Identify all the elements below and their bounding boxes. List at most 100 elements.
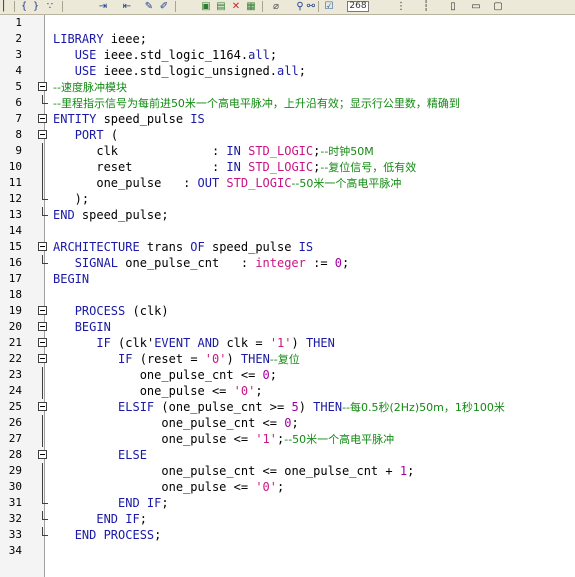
- outdent-icon[interactable]: ⇤: [120, 0, 134, 13]
- code-text[interactable]: clk : IN STD_LOGIC;--时钟50M: [53, 143, 373, 160]
- code-line[interactable]: 10 reset : IN STD_LOGIC;--复位信号，低有效: [0, 159, 575, 175]
- fold-toggle-icon[interactable]: [38, 447, 49, 463]
- minus-box-icon[interactable]: [38, 402, 47, 411]
- fold-toggle-icon[interactable]: [38, 127, 49, 143]
- code-text[interactable]: ELSE: [53, 447, 147, 463]
- fold-toggle-icon[interactable]: [38, 319, 49, 335]
- code-line[interactable]: 27 one_pulse <= '1';--50米一个高电平脉冲: [0, 431, 575, 447]
- code-text[interactable]: one_pulse <= '0';: [53, 383, 263, 399]
- code-text[interactable]: BEGIN: [53, 319, 111, 335]
- code-text[interactable]: SIGNAL one_pulse_cnt : integer := 0;: [53, 255, 350, 271]
- code-line[interactable]: 11 one_pulse : OUT STD_LOGIC--50米一个高电平脉冲: [0, 175, 575, 191]
- frame-icon[interactable]: ▢: [492, 0, 504, 13]
- page-icon[interactable]: ▯: [447, 0, 459, 13]
- code-text[interactable]: one_pulse_cnt <= 0;: [53, 415, 298, 431]
- code-text[interactable]: END PROCESS;: [53, 527, 162, 543]
- replace-icon[interactable]: ⚯: [305, 0, 317, 13]
- minus-box-icon[interactable]: [38, 242, 47, 251]
- code-line[interactable]: 17 BEGIN: [0, 271, 575, 287]
- code-text[interactable]: one_pulse_cnt <= 0;: [53, 367, 277, 383]
- code-line[interactable]: 18: [0, 287, 575, 303]
- minus-box-icon[interactable]: [38, 306, 47, 315]
- fold-toggle-icon[interactable]: [38, 399, 49, 415]
- code-line[interactable]: 32 END IF;: [0, 511, 575, 527]
- code-line[interactable]: 5 --速度脉冲模块: [0, 79, 575, 95]
- code-line[interactable]: 4 USE ieee.std_logic_unsigned.all;: [0, 63, 575, 79]
- code-text[interactable]: PROCESS (clk): [53, 303, 169, 319]
- code-line[interactable]: 14: [0, 223, 575, 239]
- page-wide-icon[interactable]: ▭: [470, 0, 482, 13]
- code-line[interactable]: 30 one_pulse <= '0';: [0, 479, 575, 495]
- delete-icon[interactable]: ▦: [245, 0, 257, 13]
- code-text[interactable]: one_pulse <= '1';--50米一个高电平脉冲: [53, 431, 394, 448]
- code-text[interactable]: reset : IN STD_LOGIC;--复位信号，低有效: [53, 159, 416, 176]
- code-line[interactable]: 8 PORT (: [0, 127, 575, 143]
- comment-icon[interactable]: ✎: [143, 0, 155, 13]
- code-text[interactable]: );: [53, 191, 89, 207]
- fold-toggle-icon[interactable]: [38, 303, 49, 319]
- code-line[interactable]: 34: [0, 543, 575, 559]
- minus-box-icon[interactable]: [38, 338, 47, 347]
- code-text[interactable]: END IF;: [53, 495, 169, 511]
- code-text[interactable]: --里程指示信号为每前进50米一个高电平脉冲，上升沿有效；显示行公里数，精确到: [53, 95, 460, 112]
- code-line[interactable]: 23 one_pulse_cnt <= 0;: [0, 367, 575, 383]
- code-text[interactable]: ARCHITECTURE trans OF speed_pulse IS: [53, 239, 313, 255]
- fold-toggle-icon[interactable]: [38, 335, 49, 351]
- code-text[interactable]: BEGIN: [53, 271, 89, 287]
- code-line[interactable]: 13 END speed_pulse;: [0, 207, 575, 223]
- zoom-box[interactable]: 268: [345, 0, 371, 13]
- bookmark-icon[interactable]: ⌀: [270, 0, 282, 13]
- code-line[interactable]: 6 --里程指示信号为每前进50米一个高电平脉冲，上升沿有效；显示行公里数，精确到: [0, 95, 575, 111]
- fold-toggle-icon[interactable]: [38, 111, 49, 127]
- code-text[interactable]: ELSIF (one_pulse_cnt >= 5) THEN--每0.5秒(2…: [53, 399, 505, 416]
- code-line[interactable]: 24 one_pulse <= '0';: [0, 383, 575, 399]
- code-text[interactable]: END IF;: [53, 511, 147, 527]
- code-text[interactable]: IF (reset = '0') THEN--复位: [53, 351, 300, 368]
- fold-toggle-icon[interactable]: [38, 79, 49, 95]
- code-text[interactable]: LIBRARY ieee;: [53, 31, 147, 47]
- code-line[interactable]: 19 PROCESS (clk): [0, 303, 575, 319]
- code-line[interactable]: 31 END IF;: [0, 495, 575, 511]
- code-line[interactable]: 25 ELSIF (one_pulse_cnt >= 5) THEN--每0.5…: [0, 399, 575, 415]
- code-line[interactable]: 28 ELSE: [0, 447, 575, 463]
- dots-icon[interactable]: ⋮: [395, 0, 407, 13]
- code-text[interactable]: USE ieee.std_logic_unsigned.all;: [53, 63, 306, 79]
- minus-box-icon[interactable]: [38, 130, 47, 139]
- indent-icon[interactable]: ⇥: [96, 0, 110, 13]
- code-line[interactable]: 2 LIBRARY ieee;: [0, 31, 575, 47]
- code-line[interactable]: 15 ARCHITECTURE trans OF speed_pulse IS: [0, 239, 575, 255]
- code-text[interactable]: USE ieee.std_logic_1164.all;: [53, 47, 277, 63]
- code-line[interactable]: 9 clk : IN STD_LOGIC;--时钟50M: [0, 143, 575, 159]
- code-line[interactable]: 3 USE ieee.std_logic_1164.all;: [0, 47, 575, 63]
- code-text[interactable]: PORT (: [53, 127, 118, 143]
- code-line[interactable]: 7 ENTITY speed_pulse IS: [0, 111, 575, 127]
- minus-box-icon[interactable]: [38, 322, 47, 331]
- code-line[interactable]: 20 BEGIN: [0, 319, 575, 335]
- code-line[interactable]: 29 one_pulse_cnt <= one_pulse_cnt + 1;: [0, 463, 575, 479]
- code-line[interactable]: 26 one_pulse_cnt <= 0;: [0, 415, 575, 431]
- fold-toggle-icon[interactable]: [38, 239, 49, 255]
- code-text[interactable]: --速度脉冲模块: [53, 79, 127, 96]
- code-text[interactable]: ENTITY speed_pulse IS: [53, 111, 205, 127]
- brace-close-icon[interactable]: }: [30, 0, 42, 13]
- cursor-icon[interactable]: ▏: [2, 0, 12, 13]
- code-line[interactable]: 21 IF (clk'EVENT AND clk = '1') THEN: [0, 335, 575, 351]
- fold-toggle-icon[interactable]: [38, 351, 49, 367]
- minus-box-icon[interactable]: [38, 354, 47, 363]
- cut-icon[interactable]: ✕: [230, 0, 242, 13]
- code-line[interactable]: 33 END PROCESS;: [0, 527, 575, 543]
- brace-open-icon[interactable]: {: [18, 0, 30, 13]
- code-editor[interactable]: 1 2 LIBRARY ieee; 3 USE ieee.std_logic_1164…: [0, 15, 575, 577]
- paste-icon[interactable]: ▤: [215, 0, 227, 13]
- minus-box-icon[interactable]: [38, 114, 47, 123]
- code-text[interactable]: one_pulse_cnt <= one_pulse_cnt + 1;: [53, 463, 414, 479]
- copy-icon[interactable]: ▣: [200, 0, 212, 13]
- code-text[interactable]: END speed_pulse;: [53, 207, 169, 223]
- code-text[interactable]: IF (clk'EVENT AND clk = '1') THEN: [53, 335, 335, 351]
- code-text[interactable]: one_pulse <= '0';: [53, 479, 284, 495]
- check-icon[interactable]: ☑: [322, 0, 336, 13]
- code-line[interactable]: 12 );: [0, 191, 575, 207]
- code-text[interactable]: one_pulse : OUT STD_LOGIC--50米一个高电平脉冲: [53, 175, 401, 192]
- uncomment-icon[interactable]: ✐: [158, 0, 170, 13]
- brace-list-icon[interactable]: ∵: [44, 0, 56, 13]
